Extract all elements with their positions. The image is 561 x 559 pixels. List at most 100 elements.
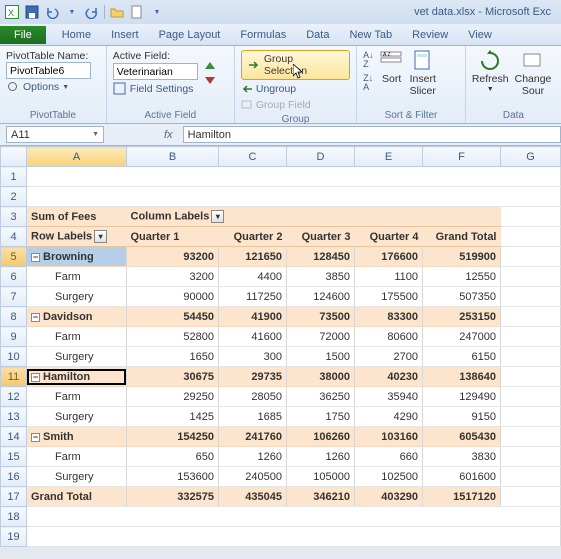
- name-box[interactable]: A11 ▼: [6, 126, 104, 143]
- cell[interactable]: Farm: [27, 267, 127, 287]
- cell[interactable]: 102500: [355, 467, 423, 487]
- cell[interactable]: 240500: [219, 467, 287, 487]
- collapse-icon[interactable]: −: [31, 253, 40, 262]
- redo-icon[interactable]: [84, 4, 100, 20]
- cell[interactable]: 38000: [287, 367, 355, 387]
- cell[interactable]: 30675: [127, 367, 219, 387]
- cell[interactable]: 28050: [219, 387, 287, 407]
- cell[interactable]: 103160: [355, 427, 423, 447]
- cell[interactable]: 80600: [355, 327, 423, 347]
- row-header[interactable]: 17: [1, 487, 27, 507]
- tab-data[interactable]: Data: [296, 29, 339, 41]
- cell[interactable]: 300: [219, 347, 287, 367]
- row-header[interactable]: 19: [1, 527, 27, 547]
- cell[interactable]: 519900: [423, 247, 501, 267]
- cell[interactable]: 3850: [287, 267, 355, 287]
- cell[interactable]: 41600: [219, 327, 287, 347]
- cell[interactable]: 4400: [219, 267, 287, 287]
- row-filter-icon[interactable]: ▾: [94, 230, 107, 243]
- grand-total-label[interactable]: Grand Total: [27, 487, 127, 507]
- col-header-A[interactable]: A: [27, 147, 127, 167]
- cell[interactable]: 153600: [127, 467, 219, 487]
- refresh-button[interactable]: Refresh ▼: [472, 50, 509, 104]
- chevron-down-icon[interactable]: ▼: [92, 131, 99, 138]
- sort-button[interactable]: A Z Sort: [380, 50, 404, 85]
- row-header[interactable]: 4: [1, 227, 27, 247]
- cell[interactable]: 1685: [219, 407, 287, 427]
- undo-dropdown-icon[interactable]: ▼: [64, 4, 80, 20]
- tab-view[interactable]: View: [458, 29, 502, 41]
- row-header[interactable]: 1: [1, 167, 27, 187]
- collapse-icon[interactable]: −: [31, 373, 40, 382]
- row-header[interactable]: 15: [1, 447, 27, 467]
- row-header[interactable]: 12: [1, 387, 27, 407]
- col-header-E[interactable]: E: [355, 147, 423, 167]
- row-header[interactable]: 8: [1, 307, 27, 327]
- cell[interactable]: 138640: [423, 367, 501, 387]
- row-header[interactable]: 10: [1, 347, 27, 367]
- row-header[interactable]: 6: [1, 267, 27, 287]
- cell[interactable]: 241760: [219, 427, 287, 447]
- active-field-input[interactable]: [113, 63, 198, 80]
- cell[interactable]: 1425: [127, 407, 219, 427]
- collapse-icon[interactable]: −: [31, 313, 40, 322]
- qat-customize-icon[interactable]: ▼: [149, 4, 165, 20]
- cell[interactable]: 129490: [423, 387, 501, 407]
- column-filter-icon[interactable]: ▾: [211, 210, 224, 223]
- row-header[interactable]: 11: [1, 367, 27, 387]
- cell[interactable]: 83300: [355, 307, 423, 327]
- cell[interactable]: 72000: [287, 327, 355, 347]
- cell[interactable]: 253150: [423, 307, 501, 327]
- row-header[interactable]: 2: [1, 187, 27, 207]
- cell[interactable]: 176600: [355, 247, 423, 267]
- cell[interactable]: Surgery: [27, 467, 127, 487]
- tab-formulas[interactable]: Formulas: [230, 29, 296, 41]
- cell[interactable]: 507350: [423, 287, 501, 307]
- cell[interactable]: 36250: [287, 387, 355, 407]
- sort-za-button[interactable]: Z↓A: [363, 73, 374, 93]
- select-all-corner[interactable]: [1, 147, 27, 167]
- fx-icon[interactable]: fx: [164, 129, 173, 141]
- tab-home[interactable]: Home: [52, 29, 101, 41]
- cell[interactable]: 3200: [127, 267, 219, 287]
- cell[interactable]: 52800: [127, 327, 219, 347]
- cell[interactable]: 435045: [219, 487, 287, 507]
- cell[interactable]: 403290: [355, 487, 423, 507]
- cell[interactable]: 346210: [287, 487, 355, 507]
- field-settings-button[interactable]: Field Settings: [113, 81, 198, 97]
- cell[interactable]: 40230: [355, 367, 423, 387]
- col-header-C[interactable]: C: [219, 147, 287, 167]
- cell[interactable]: 4290: [355, 407, 423, 427]
- cell[interactable]: 154250: [127, 427, 219, 447]
- cell[interactable]: 175500: [355, 287, 423, 307]
- open-folder-icon[interactable]: [109, 4, 125, 20]
- cell[interactable]: 1650: [127, 347, 219, 367]
- cell[interactable]: 117250: [219, 287, 287, 307]
- cell[interactable]: 1260: [287, 447, 355, 467]
- cell[interactable]: 12550: [423, 267, 501, 287]
- save-icon[interactable]: [24, 4, 40, 20]
- cell[interactable]: 247000: [423, 327, 501, 347]
- cell[interactable]: 35940: [355, 387, 423, 407]
- cell[interactable]: 1750: [287, 407, 355, 427]
- tab-review[interactable]: Review: [402, 29, 458, 41]
- cell[interactable]: Surgery: [27, 407, 127, 427]
- cell-browning[interactable]: −Browning: [27, 247, 127, 267]
- cell-smith[interactable]: −Smith: [27, 427, 127, 447]
- cell[interactable]: 90000: [127, 287, 219, 307]
- cell[interactable]: 3830: [423, 447, 501, 467]
- undo-icon[interactable]: [44, 4, 60, 20]
- expand-field-icon[interactable]: [202, 59, 218, 73]
- cell[interactable]: 9150: [423, 407, 501, 427]
- cell[interactable]: 1517120: [423, 487, 501, 507]
- row-header[interactable]: 18: [1, 507, 27, 527]
- cell[interactable]: 124600: [287, 287, 355, 307]
- cell[interactable]: 121650: [219, 247, 287, 267]
- options-button[interactable]: Options ▼: [6, 79, 100, 95]
- new-doc-icon[interactable]: [129, 4, 145, 20]
- tab-new-tab[interactable]: New Tab: [339, 29, 402, 41]
- row-header[interactable]: 7: [1, 287, 27, 307]
- cell[interactable]: 6150: [423, 347, 501, 367]
- cell[interactable]: Surgery: [27, 347, 127, 367]
- cell[interactable]: 605430: [423, 427, 501, 447]
